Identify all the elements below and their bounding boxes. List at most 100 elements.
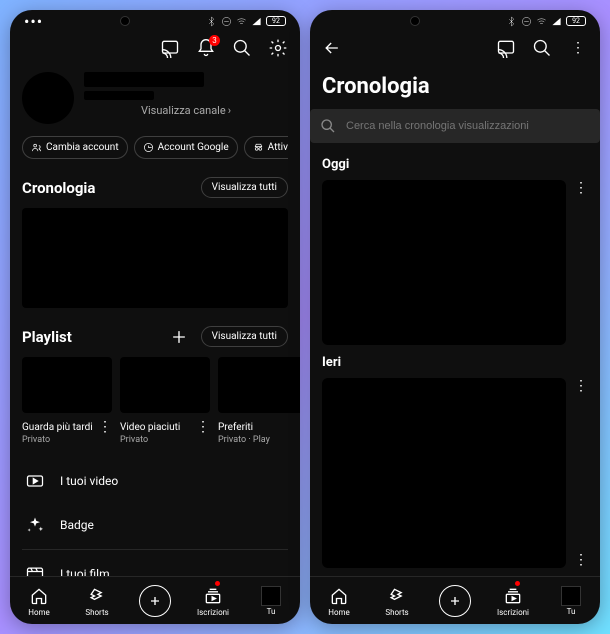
more-icon[interactable]: ⋮ (574, 552, 588, 568)
history-title: Cronologia (22, 179, 95, 197)
gear-icon (268, 38, 288, 58)
status-bar: 92 (310, 10, 600, 28)
sparkle-icon (24, 514, 46, 536)
front-camera (120, 16, 130, 26)
shorts-icon (386, 585, 408, 607)
search-icon (320, 118, 336, 134)
playlist-item[interactable]: Guarda più tardi⋮ Privato (22, 357, 112, 445)
history-view-all-button[interactable]: Visualizza tutti (201, 177, 288, 198)
nav-home[interactable]: Home (310, 577, 368, 624)
notification-dot (215, 581, 220, 586)
page-title: Cronologia (322, 74, 588, 99)
profile-handle-redacted (84, 91, 154, 100)
shorts-icon (86, 585, 108, 607)
bottom-nav: Home Shorts Iscrizioni Tu (10, 576, 300, 624)
google-account-pill[interactable]: Account Google (134, 136, 238, 159)
cast-icon[interactable] (496, 38, 516, 58)
home-icon (328, 585, 350, 607)
nav-you[interactable]: Tu (542, 577, 600, 624)
search-input[interactable] (346, 120, 590, 132)
signal-icon (251, 16, 262, 27)
nav-you[interactable]: Tu (242, 577, 300, 624)
back-button[interactable] (322, 38, 342, 58)
today-section: Oggi ⋮ (322, 157, 588, 345)
chevron-right-icon: › (228, 104, 231, 117)
profile-name-redacted (84, 72, 204, 87)
history-item[interactable]: ⋮ (322, 180, 588, 345)
view-channel-link[interactable]: Visualizza canale › (84, 104, 288, 117)
more-icon[interactable]: ⋮ (196, 419, 210, 435)
settings-button[interactable] (268, 38, 288, 58)
playlist-item[interactable]: Video piaciuti⋮ Privato (120, 357, 210, 445)
nav-subscriptions[interactable]: Iscrizioni (484, 577, 542, 624)
playlist-section: Playlist Visualizza tutti Guarda più tar… (22, 326, 288, 445)
nav-avatar (261, 586, 281, 606)
your-videos-row[interactable]: I tuoi video (22, 459, 288, 503)
playlist-view-all-button[interactable]: Visualizza tutti (201, 326, 288, 347)
battery-indicator: 92 (566, 16, 586, 26)
menu-list: I tuoi video Badge I tuoi film (22, 459, 288, 576)
notification-dot (515, 581, 520, 586)
history-section: Cronologia Visualizza tutti (22, 177, 288, 308)
google-icon (143, 142, 154, 153)
incognito-icon (253, 142, 264, 153)
notifications-button[interactable]: 3 (196, 38, 216, 58)
yesterday-label: Ieri (322, 355, 588, 370)
bluetooth-icon (506, 16, 517, 27)
arrow-left-icon (322, 38, 342, 58)
playlist-thumbnail (218, 357, 300, 413)
search-icon (232, 38, 252, 58)
account-pills: Cambia account Account Google Attiva la … (22, 136, 288, 159)
incognito-pill[interactable]: Attiva la navigazione (244, 136, 288, 159)
history-thumbnail-redacted (322, 180, 566, 345)
wifi-icon (236, 16, 247, 27)
nav-avatar (561, 586, 581, 606)
cast-icon[interactable] (160, 38, 180, 58)
nav-create[interactable] (126, 577, 184, 624)
more-icon: ⋮ (571, 40, 585, 56)
history-search[interactable] (310, 109, 600, 143)
phone-left: ••• 92 3 Visualizza (10, 10, 300, 624)
nav-home[interactable]: Home (10, 577, 68, 624)
yesterday-section: Ieri ⋮ ⋮ (322, 355, 588, 568)
add-playlist-button[interactable] (169, 327, 189, 347)
today-label: Oggi (322, 157, 588, 172)
switch-account-pill[interactable]: Cambia account (22, 136, 128, 159)
divider (22, 549, 288, 550)
badge-row[interactable]: Badge (22, 503, 288, 547)
front-camera (410, 16, 420, 26)
nav-shorts[interactable]: Shorts (68, 577, 126, 624)
more-icon[interactable]: ⋮ (574, 180, 588, 345)
plus-icon (169, 327, 189, 347)
avatar[interactable] (22, 72, 74, 124)
search-icon (532, 38, 552, 58)
more-icon[interactable]: ⋮ (98, 419, 112, 435)
playlist-title: Playlist (22, 328, 72, 346)
playlist-thumbnail (22, 357, 112, 413)
playlist-item[interactable]: Preferiti⋮ Privato · Play (218, 357, 300, 445)
plus-circle-icon (139, 585, 171, 617)
notification-badge: 3 (209, 35, 220, 46)
battery-indicator: 92 (266, 16, 286, 26)
bluetooth-icon (206, 16, 217, 27)
search-button[interactable] (232, 38, 252, 58)
history-thumbnail-redacted (322, 378, 566, 568)
nav-shorts[interactable]: Shorts (368, 577, 426, 624)
profile-header: Visualizza canale › (22, 72, 288, 124)
your-movies-row[interactable]: I tuoi film (22, 552, 288, 576)
history-item[interactable]: ⋮ ⋮ (322, 378, 588, 568)
signal-icon (551, 16, 562, 27)
view-channel-label: Visualizza canale (141, 104, 226, 117)
subscriptions-icon (202, 585, 224, 607)
do-not-disturb-icon (521, 16, 532, 27)
nav-subscriptions[interactable]: Iscrizioni (184, 577, 242, 624)
people-icon (31, 142, 42, 153)
app-bar: ⋮ (310, 28, 600, 68)
more-button[interactable]: ⋮ (568, 38, 588, 58)
nav-create[interactable] (426, 577, 484, 624)
more-icon[interactable]: ⋮ (294, 419, 300, 435)
history-thumbnail-redacted[interactable] (22, 208, 288, 308)
search-button[interactable] (532, 38, 552, 58)
more-icon[interactable]: ⋮ (574, 378, 588, 394)
wifi-icon (536, 16, 547, 27)
